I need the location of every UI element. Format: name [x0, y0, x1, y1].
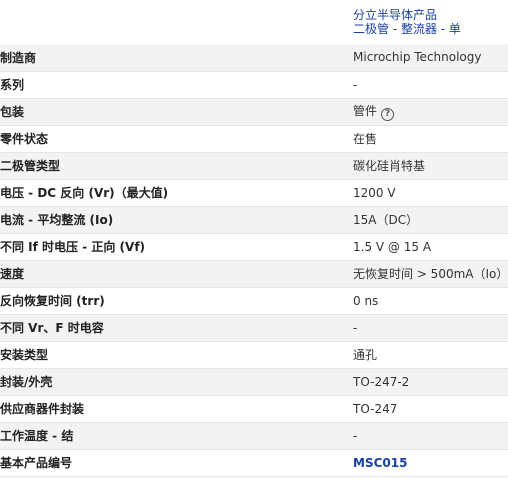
spec-value-cell: MSC015	[353, 449, 508, 477]
spec-value: 1200 V	[353, 179, 508, 207]
table-row: 速度 无恢复时间 > 500mA（Io）	[0, 260, 508, 288]
table-row: 工作温度 - 结 -	[0, 422, 508, 450]
spec-value: Microchip Technology	[353, 44, 508, 72]
category-link-discrete[interactable]: 分立半导体产品	[353, 8, 461, 22]
spec-label: 安装类型	[0, 341, 353, 369]
table-row: 基本产品编号 MSC015	[0, 449, 508, 477]
table-row: 系列 -	[0, 71, 508, 99]
base-part-number-link[interactable]: MSC015	[353, 456, 407, 470]
spec-value: -	[353, 422, 508, 450]
spec-label: 供应商器件封装	[0, 395, 353, 423]
spec-label: 零件状态	[0, 125, 353, 153]
category-link-rectifiers[interactable]: 二极管 - 整流器 - 单	[353, 22, 461, 36]
table-row: 电流 - 平均整流 (Io) 15A（DC）	[0, 206, 508, 234]
spec-value: 通孔	[353, 341, 508, 369]
spec-label: 基本产品编号	[0, 449, 353, 477]
table-row: 供应商器件封装 TO-247	[0, 395, 508, 423]
spec-label: 电流 - 平均整流 (Io)	[0, 206, 353, 234]
spec-value: 碳化硅肖特基	[353, 152, 508, 180]
table-row: 电压 - DC 反向 (Vr)（最大值) 1200 V	[0, 179, 508, 207]
table-row: 封装/外壳 TO-247-2	[0, 368, 508, 396]
spec-label: 封装/外壳	[0, 368, 353, 396]
spec-value: -	[353, 314, 508, 342]
spec-value: 15A（DC）	[353, 206, 508, 234]
spec-value: TO-247-2	[353, 368, 508, 396]
spec-label: 反向恢复时间 (trr)	[0, 287, 353, 315]
help-icon[interactable]: ?	[381, 108, 395, 121]
table-row: 不同 Vr、F 时电容 -	[0, 314, 508, 342]
spec-value: 0 ns	[353, 287, 508, 315]
spec-label: 系列	[0, 71, 353, 99]
table-row: 制造商 Microchip Technology	[0, 44, 508, 72]
category-breadcrumb: 分立半导体产品 二极管 - 整流器 - 单	[353, 8, 461, 36]
spec-label: 制造商	[0, 44, 353, 72]
spec-label: 速度	[0, 260, 353, 288]
spec-value-cell: 管件?	[353, 98, 508, 126]
table-row: 二极管类型 碳化硅肖特基	[0, 152, 508, 180]
table-row: 安装类型 通孔	[0, 341, 508, 369]
spec-value: 1.5 V @ 15 A	[353, 233, 508, 261]
spec-label: 二极管类型	[0, 152, 353, 180]
spec-value: 在售	[353, 125, 508, 153]
spec-label: 不同 Vr、F 时电容	[0, 314, 353, 342]
table-row: 零件状态 在售	[0, 125, 508, 153]
table-row: 不同 If 时电压 - 正向 (Vf) 1.5 V @ 15 A	[0, 233, 508, 261]
spec-value: -	[353, 71, 508, 99]
spec-value: 无恢复时间 > 500mA（Io）	[353, 260, 508, 288]
spec-label: 不同 If 时电压 - 正向 (Vf)	[0, 233, 353, 261]
spec-label: 工作温度 - 结	[0, 422, 353, 450]
spec-value: TO-247	[353, 395, 508, 423]
specs-table: 制造商 Microchip Technology 系列 - 包装 管件? 零件状…	[0, 44, 508, 477]
table-row: 包装 管件?	[0, 98, 508, 126]
product-attributes-panel: 分立半导体产品 二极管 - 整流器 - 单 制造商 Microchip Tech…	[0, 0, 508, 482]
spec-label: 包装	[0, 98, 353, 126]
table-row: 反向恢复时间 (trr) 0 ns	[0, 287, 508, 315]
spec-value: 管件	[353, 104, 378, 118]
spec-label: 电压 - DC 反向 (Vr)（最大值)	[0, 179, 353, 207]
